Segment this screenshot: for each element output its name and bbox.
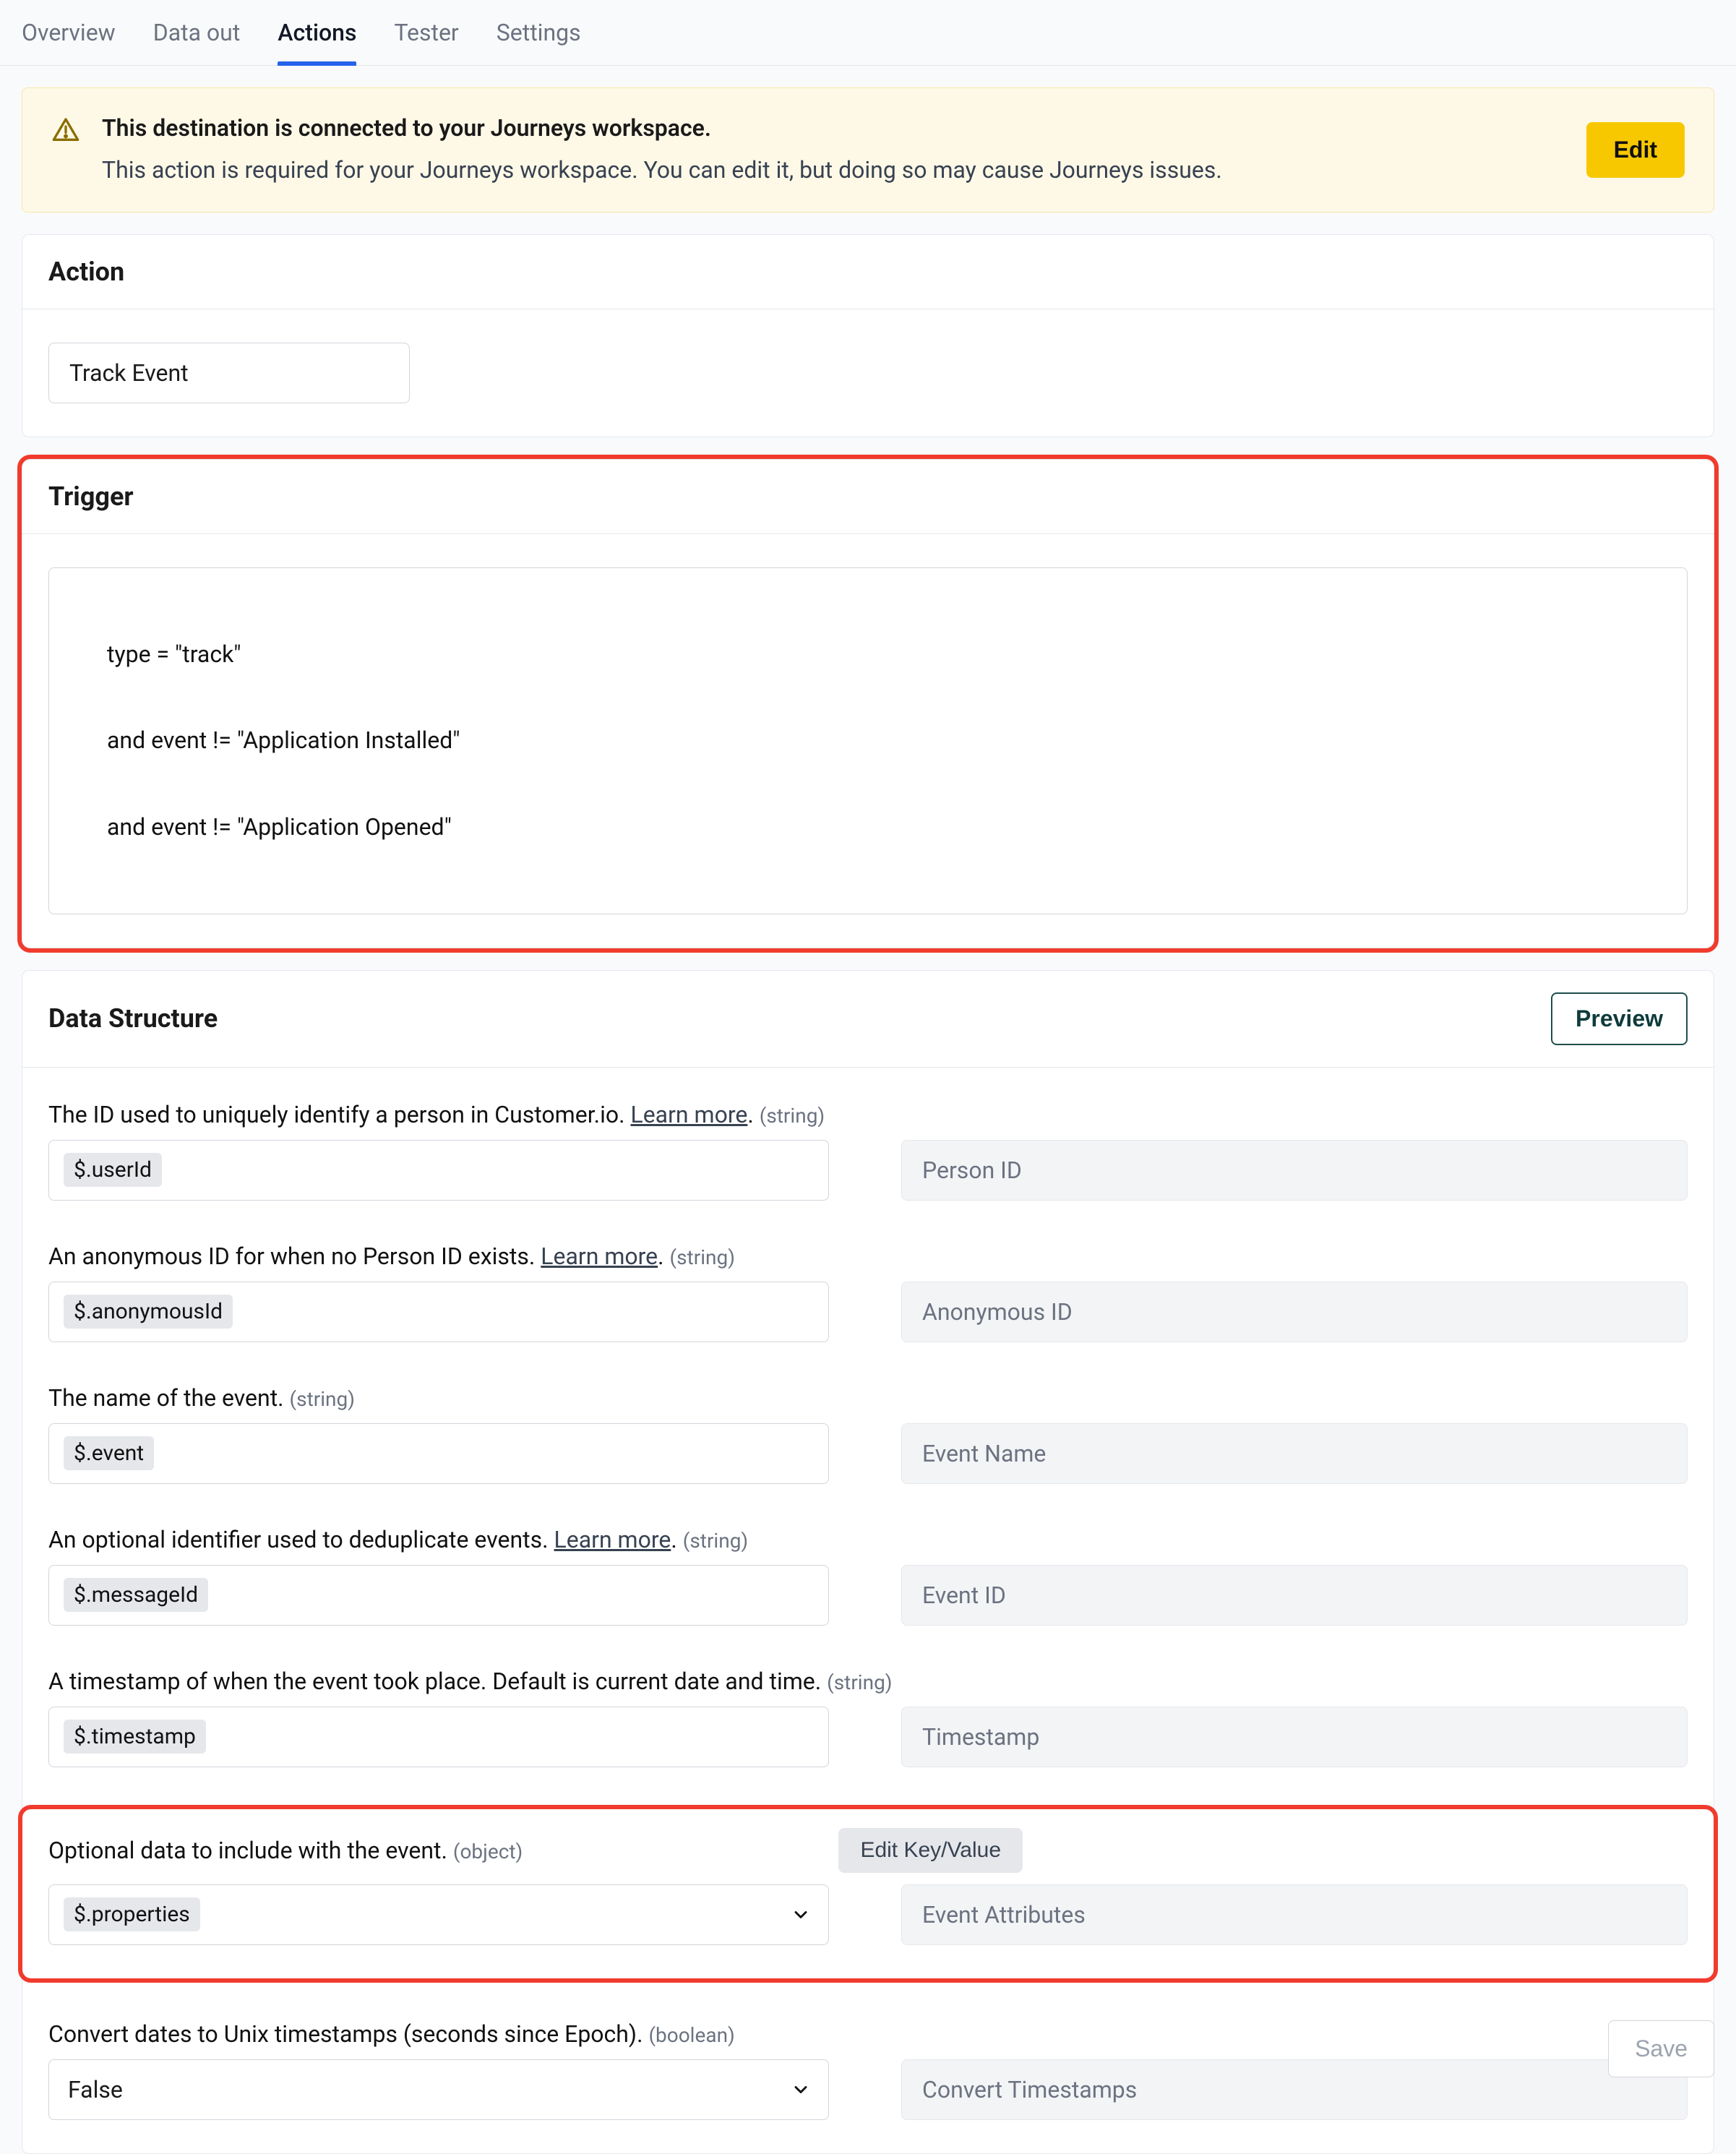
timestamp-input[interactable]: $.timestamp (48, 1707, 829, 1767)
event-name-input[interactable]: $.event (48, 1423, 829, 1484)
action-select[interactable]: Track Event (48, 343, 410, 403)
trigger-title: Trigger (48, 481, 134, 512)
learn-more-link[interactable]: Learn more (541, 1243, 658, 1270)
token: $.timestamp (64, 1720, 206, 1754)
event-attributes-input[interactable]: $.properties (48, 1884, 829, 1945)
trigger-line: type = "track" (69, 639, 1667, 670)
person-id-placeholder: Person ID (901, 1140, 1688, 1201)
event-attributes-highlight: Optional data to include with the event.… (22, 1809, 1714, 1978)
field-label: Convert dates to Unix timestamps (second… (48, 2020, 735, 2048)
tab-tester[interactable]: Tester (394, 9, 458, 65)
trigger-line: and event != "Application Installed" (69, 725, 1667, 756)
anonymous-id-placeholder: Anonymous ID (901, 1282, 1688, 1342)
action-title: Action (48, 257, 124, 287)
person-id-input[interactable]: $.userId (48, 1140, 829, 1201)
field-person-id: The ID used to uniquely identify a perso… (48, 1101, 1688, 1201)
convert-timestamps-select[interactable]: False (48, 2059, 829, 2120)
tab-overview[interactable]: Overview (22, 9, 116, 65)
edit-key-value-button[interactable]: Edit Key/Value (838, 1828, 1023, 1873)
token: $.userId (64, 1153, 162, 1187)
field-event-id: An optional identifier used to deduplica… (48, 1526, 1688, 1626)
save-button[interactable]: Save (1608, 2020, 1714, 2077)
field-timestamp: A timestamp of when the event took place… (48, 1668, 1688, 1767)
token: $.properties (64, 1897, 200, 1931)
anonymous-id-input[interactable]: $.anonymousId (48, 1282, 829, 1342)
trigger-line: and event != "Application Opened" (69, 812, 1667, 843)
field-label: A timestamp of when the event took place… (48, 1668, 893, 1695)
preview-button[interactable]: Preview (1551, 992, 1688, 1045)
tab-actions[interactable]: Actions (278, 9, 356, 65)
event-id-placeholder: Event ID (901, 1565, 1688, 1626)
field-anonymous-id: An anonymous ID for when no Person ID ex… (48, 1243, 1688, 1342)
field-event-attributes: Optional data to include with the event.… (48, 1828, 1688, 1945)
field-label: The name of the event. (string) (48, 1384, 355, 1412)
field-event-name: The name of the event. (string) $.event … (48, 1384, 1688, 1484)
event-name-placeholder: Event Name (901, 1423, 1688, 1484)
convert-timestamps-placeholder: Convert Timestamps (901, 2059, 1688, 2120)
field-label: An anonymous ID for when no Person ID ex… (48, 1243, 735, 1270)
field-label: The ID used to uniquely identify a perso… (48, 1101, 825, 1128)
alert-title: This destination is connected to your Jo… (102, 114, 1565, 142)
data-structure-title: Data Structure (48, 1003, 218, 1034)
trigger-code[interactable]: type = "track" and event != "Application… (48, 567, 1688, 914)
main-tabs: Overview Data out Actions Tester Setting… (0, 0, 1736, 66)
token: $.anonymousId (64, 1295, 233, 1329)
timestamp-placeholder: Timestamp (901, 1707, 1688, 1767)
field-convert-timestamps: Convert dates to Unix timestamps (second… (48, 2020, 1688, 2120)
event-attributes-placeholder: Event Attributes (901, 1884, 1688, 1945)
token: $.messageId (64, 1578, 208, 1612)
edit-button[interactable]: Edit (1586, 122, 1685, 178)
warning-icon (51, 116, 80, 145)
token: $.event (64, 1436, 154, 1470)
event-id-input[interactable]: $.messageId (48, 1565, 829, 1626)
tab-data-out[interactable]: Data out (153, 9, 241, 65)
field-label: An optional identifier used to deduplica… (48, 1526, 748, 1553)
tab-settings[interactable]: Settings (497, 9, 581, 65)
action-card: Action Track Event (22, 234, 1714, 437)
journeys-alert: This destination is connected to your Jo… (22, 87, 1714, 213)
alert-desc: This action is required for your Journey… (102, 155, 1565, 186)
field-label: Optional data to include with the event.… (48, 1837, 523, 1864)
chevron-down-icon (791, 1905, 811, 1925)
learn-more-link[interactable]: Learn more (630, 1101, 747, 1128)
chevron-down-icon (791, 2080, 811, 2100)
learn-more-link[interactable]: Learn more (554, 1526, 671, 1553)
data-structure-card: Data Structure Preview The ID used to un… (22, 970, 1714, 2154)
select-value: False (64, 2076, 123, 2103)
trigger-card: Trigger type = "track" and event != "App… (22, 459, 1714, 948)
